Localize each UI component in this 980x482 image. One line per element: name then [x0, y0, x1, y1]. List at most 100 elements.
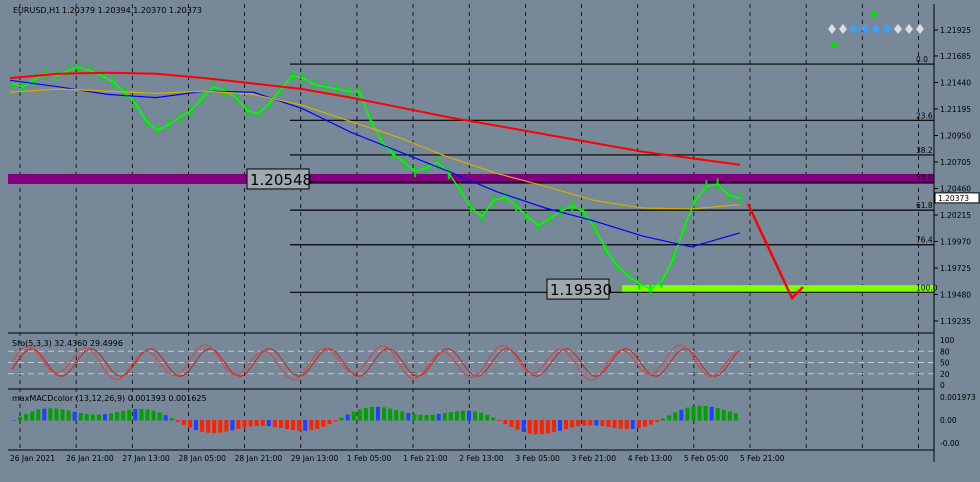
- signal-icon: [872, 24, 880, 34]
- signal-dot: [831, 42, 837, 48]
- price-annotation-label: 1.20548: [250, 171, 312, 189]
- macd-tick-label: 0.001973: [940, 393, 976, 402]
- signal-icon: [894, 24, 902, 34]
- macd-bar: [145, 409, 150, 421]
- macd-bar: [254, 420, 259, 426]
- macd-bar: [236, 420, 241, 429]
- macd-bar: [388, 408, 393, 421]
- current-price-label: 1.20373: [938, 194, 969, 203]
- chart-canvas[interactable]: 0.023.638.250.061.876.4100.01.205481.195…: [0, 0, 980, 482]
- macd-bar: [345, 414, 350, 421]
- signal-icon: [850, 24, 858, 34]
- fib-label: 50.0: [916, 173, 933, 182]
- macd-bar: [175, 420, 180, 422]
- macd-bar: [600, 420, 605, 427]
- price-tick-label: 1.21440: [940, 78, 971, 87]
- macd-bar: [467, 410, 471, 421]
- macd-bar: [733, 413, 738, 421]
- macd-bar: [127, 409, 132, 421]
- macd-bar: [606, 420, 611, 427]
- macd-bar: [109, 413, 114, 421]
- macd-bar: [715, 408, 720, 421]
- stochastic-level-label: 100: [940, 336, 955, 345]
- moving-average-line: [9, 71, 741, 166]
- time-tick-label: 27 Jan 13:00: [122, 454, 170, 463]
- macd-bar: [697, 405, 702, 421]
- ohlc-label: 1.20379 1.20394 1.20370 1.20373: [62, 6, 202, 15]
- time-tick-label: 28 Jan 05:00: [178, 454, 226, 463]
- macd-bar: [285, 420, 289, 430]
- macd-bar: [369, 407, 374, 421]
- macd-bar: [90, 414, 95, 421]
- time-tick-label: 2 Feb 13:00: [459, 454, 504, 463]
- macd-bar: [594, 420, 599, 426]
- price-tick-label: 1.21685: [940, 52, 971, 61]
- price-tick-label: 1.19480: [940, 290, 971, 299]
- macd-bar: [679, 409, 684, 421]
- macd-bar: [260, 420, 265, 426]
- macd-bar: [224, 420, 229, 432]
- macd-bar: [315, 420, 320, 429]
- macd-bar: [357, 409, 362, 421]
- signal-icon: [916, 24, 924, 34]
- macd-bar: [721, 409, 726, 421]
- stochastic-label: Sto(5,3,3) 32.4360 29.4996: [12, 339, 123, 348]
- macd-bar: [436, 413, 441, 421]
- macd-bar: [460, 410, 465, 421]
- macd-bar: [18, 416, 23, 421]
- forecast-arrow: [746, 203, 804, 301]
- macd-bar: [248, 420, 253, 427]
- macd-bar: [333, 420, 338, 422]
- time-tick-label: 1 Feb 05:00: [347, 454, 392, 463]
- macd-bar: [564, 420, 569, 429]
- macd-bar: [309, 420, 314, 431]
- stochastic-level-label: 80: [940, 347, 950, 356]
- macd-bar: [400, 411, 405, 421]
- price-annotation-label: 1.19530: [550, 281, 612, 299]
- macd-bar: [618, 420, 623, 429]
- macd-bar: [54, 408, 59, 421]
- price-tick-label: 1.20215: [940, 211, 971, 220]
- macd-bar: [667, 415, 672, 421]
- macd-bar: [582, 420, 587, 426]
- macd-bar: [406, 412, 411, 421]
- time-tick-label: 4 Feb 13:00: [628, 454, 673, 463]
- macd-bar: [103, 414, 107, 421]
- macd-tick-label: 0.00: [940, 416, 957, 425]
- macd-bar: [327, 420, 332, 425]
- macd-bar: [376, 406, 380, 421]
- stochastic-level-label: 0: [940, 381, 945, 390]
- macd-bar: [266, 420, 271, 427]
- price-tick-label: 1.20705: [940, 158, 971, 167]
- signal-icon: [839, 24, 847, 34]
- stochastic-level-label: 20: [940, 370, 950, 379]
- macd-bar: [442, 413, 447, 421]
- macd-bar: [649, 420, 653, 425]
- macd-bar: [491, 417, 496, 421]
- macd-bar: [321, 420, 326, 427]
- macd-bar: [454, 411, 459, 421]
- macd-bar: [230, 420, 235, 431]
- time-tick-label: 5 Feb 21:00: [740, 454, 785, 463]
- macd-bar: [503, 420, 508, 425]
- macd-bar: [394, 409, 399, 421]
- macd-bar: [187, 420, 192, 428]
- macd-bar: [133, 409, 138, 421]
- signal-icon: [905, 24, 913, 34]
- macd-bar: [169, 418, 174, 421]
- macd-bar: [709, 406, 714, 421]
- macd-bar: [115, 412, 120, 421]
- macd-bar: [412, 414, 417, 421]
- macd-bar: [636, 420, 641, 429]
- macd-bar: [303, 420, 308, 431]
- macd-bar: [96, 414, 101, 421]
- macd-bar: [66, 410, 71, 421]
- macd-bar: [339, 417, 344, 421]
- macd-bar: [479, 412, 484, 421]
- price-tick-label: 1.20950: [940, 131, 971, 140]
- symbol-label: EURUSD,H1: [13, 6, 60, 15]
- macd-tick-label: -0.00: [940, 439, 960, 448]
- macd-bar: [200, 420, 205, 432]
- macd-bar: [181, 420, 186, 425]
- macd-bar: [576, 420, 581, 427]
